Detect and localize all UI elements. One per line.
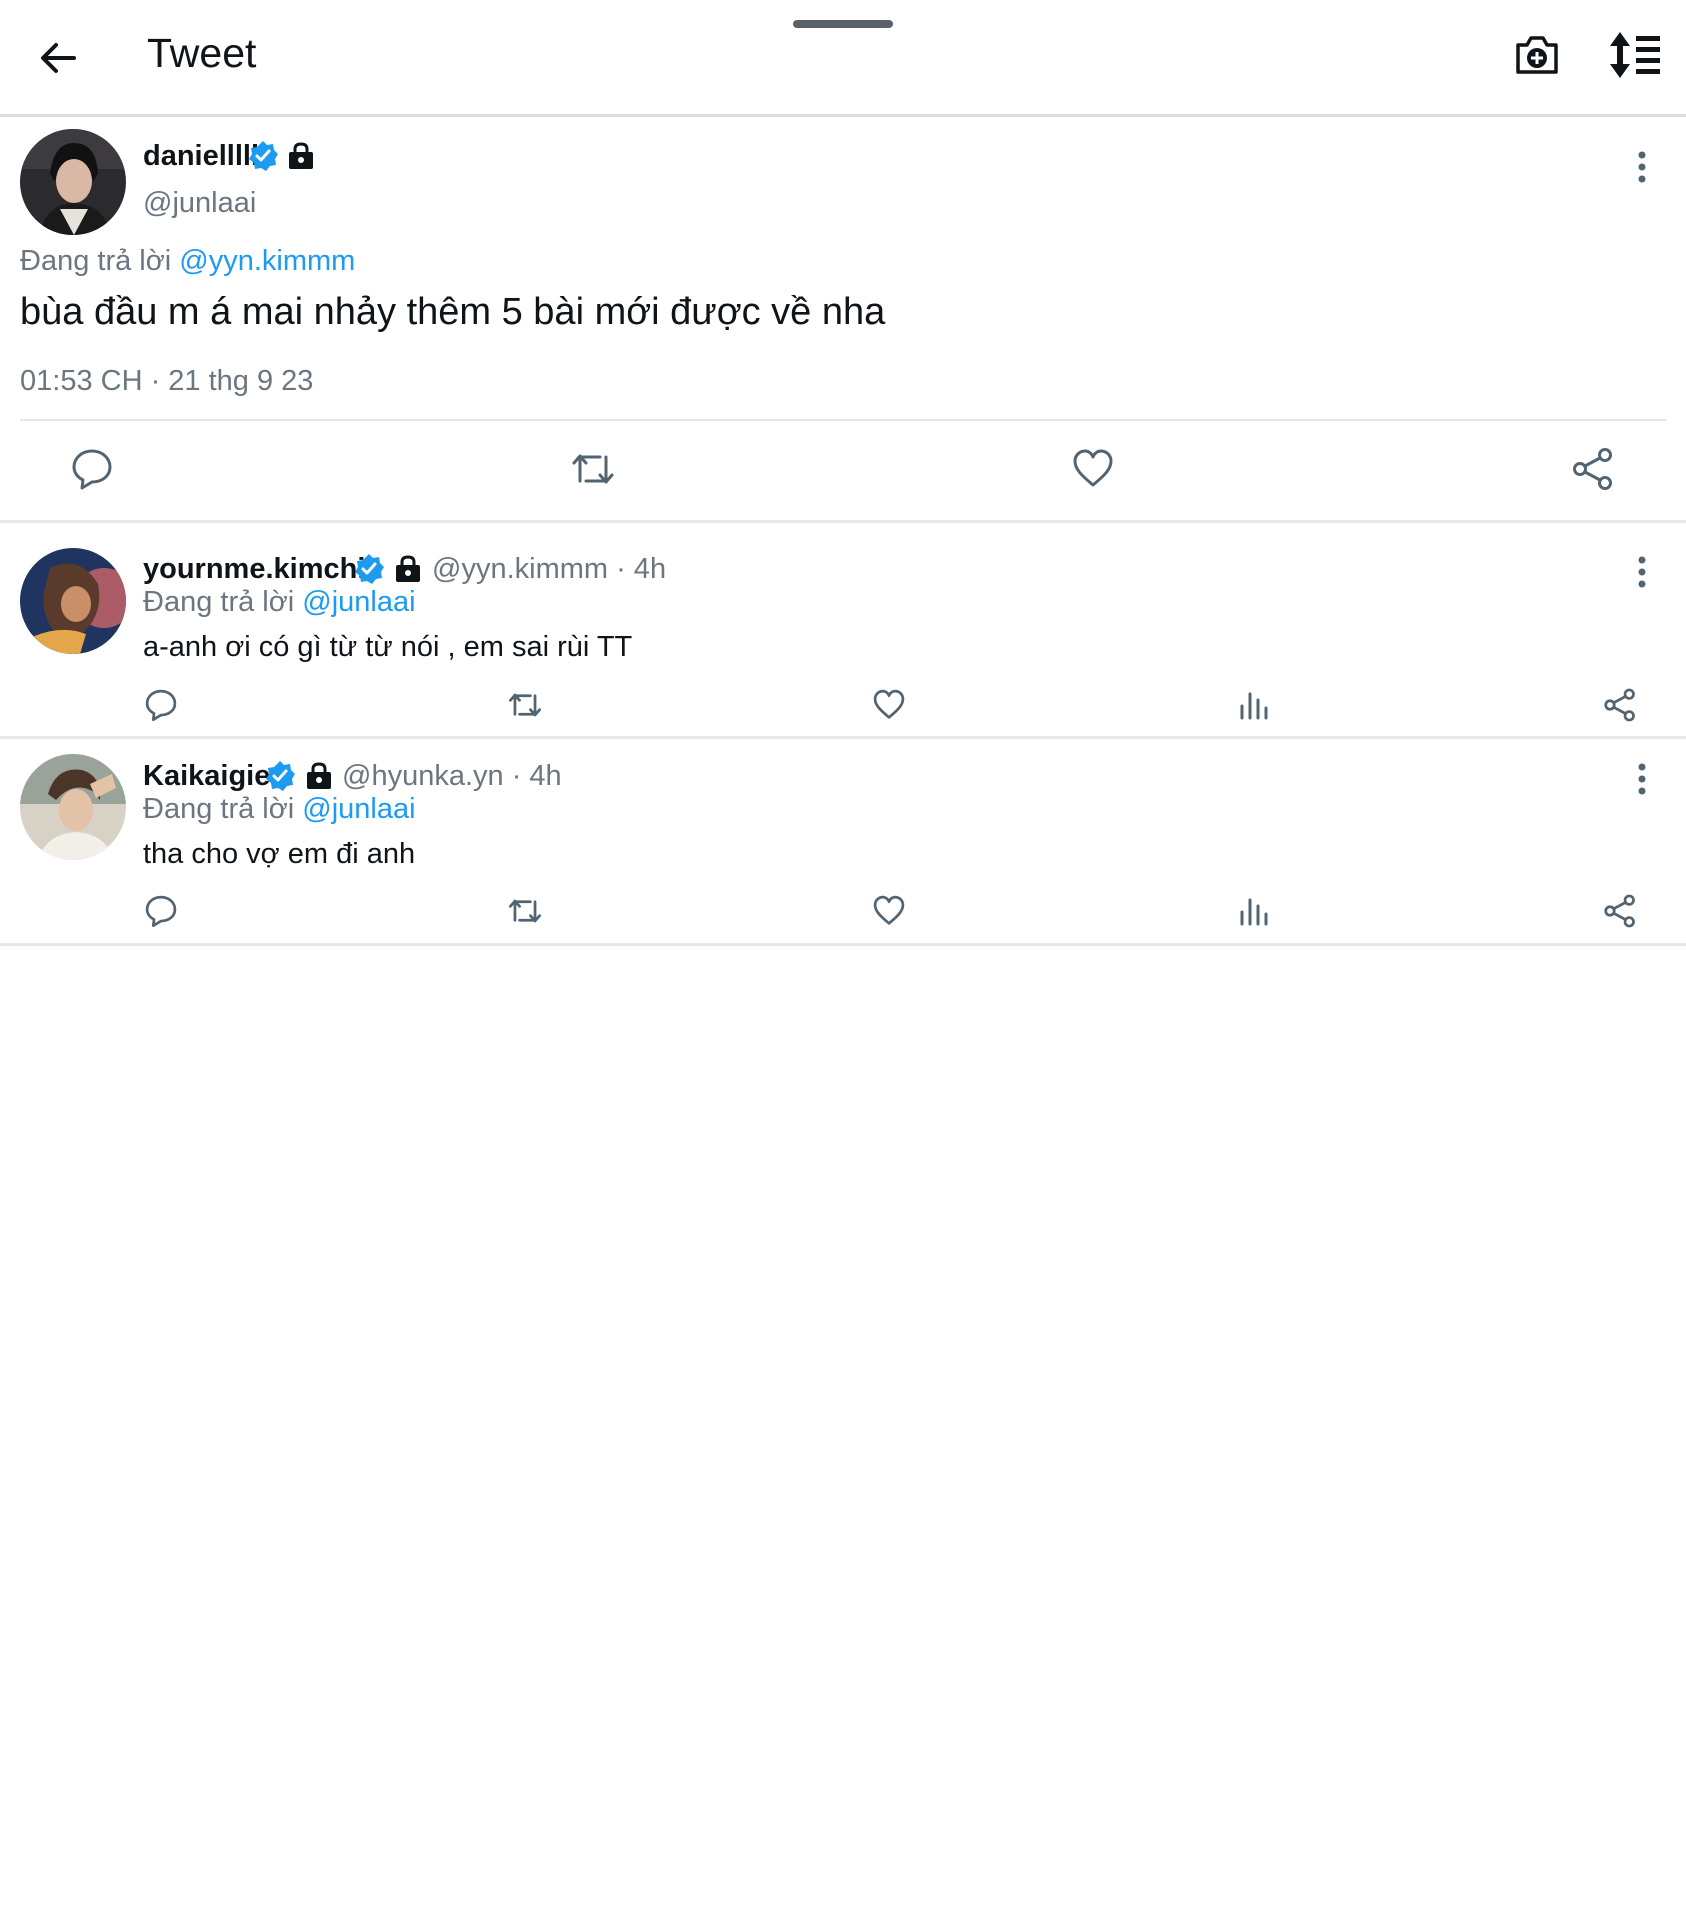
divider	[20, 419, 1666, 421]
page-title: Tweet	[147, 30, 257, 76]
username-and-time: @yyn.kimmm · 4h	[432, 553, 667, 585]
replying-to-line: Đang trả lời @junlaai	[143, 586, 416, 619]
replying-to-mention[interactable]: @yyn.kimmm	[179, 245, 355, 277]
replying-prefix: Đang trả lời	[20, 245, 172, 277]
display-name[interactable]: danielllll	[143, 140, 259, 173]
share-icon[interactable]	[1603, 894, 1637, 928]
lock-icon	[307, 762, 331, 789]
reply-text: a-anh ơi có gì từ từ nói , em sai rùi TT	[143, 631, 633, 663]
replying-prefix: Đang trả lời	[143, 793, 295, 825]
share-icon[interactable]	[1603, 688, 1637, 722]
reply-tweet[interactable]: Kaikaigie @hyunka.yn · 4h Đang trả lời @…	[0, 739, 1686, 946]
arrow-left-icon[interactable]	[34, 34, 82, 82]
camera-plus-icon[interactable]	[1512, 30, 1562, 80]
avatar[interactable]	[20, 548, 126, 654]
verified-badge-icon	[266, 761, 295, 791]
username[interactable]: @junlaai	[143, 187, 256, 220]
replying-to-mention[interactable]: @junlaai	[302, 793, 415, 825]
lock-icon	[289, 142, 313, 169]
reply-icon[interactable]	[144, 894, 178, 928]
reply-tweet[interactable]: yournme.kimchi @yyn.kimmm · 4h Đang trả …	[0, 520, 1686, 739]
like-heart-icon[interactable]	[872, 688, 906, 722]
tweet-timestamp: 01:53 CH · 21 thg 9 23	[20, 365, 314, 397]
like-heart-icon[interactable]	[872, 894, 906, 928]
more-options-icon[interactable]	[1634, 761, 1650, 797]
retweet-icon[interactable]	[507, 894, 543, 928]
display-name[interactable]: Kaikaigie	[143, 760, 270, 793]
verified-badge-icon	[249, 141, 278, 171]
reply-icon[interactable]	[70, 447, 114, 491]
username-and-time: @hyunka.yn · 4h	[342, 760, 562, 792]
retweet-icon[interactable]	[507, 688, 543, 722]
reply-text: tha cho vợ em đi anh	[143, 838, 416, 870]
replying-to-line: Đang trả lời @yyn.kimmm	[20, 245, 355, 278]
replying-prefix: Đang trả lời	[143, 586, 295, 618]
share-icon[interactable]	[1571, 447, 1615, 491]
like-heart-icon[interactable]	[1071, 447, 1115, 491]
lock-icon	[396, 555, 420, 582]
retweet-icon[interactable]	[570, 447, 616, 491]
replying-to-mention[interactable]: @junlaai	[302, 586, 415, 618]
main-tweet: danielllll @junlaai Đang trả lời @yyn.ki…	[0, 117, 1686, 523]
reply-icon[interactable]	[144, 688, 178, 722]
tweet-text: bùa đầu m á mai nhảy thêm 5 bài mới được…	[20, 291, 886, 333]
analytics-icon[interactable]	[1237, 688, 1271, 722]
top-bar: Tweet	[0, 0, 1686, 117]
analytics-icon[interactable]	[1237, 894, 1271, 928]
verified-badge-icon	[355, 554, 384, 584]
display-name[interactable]: yournme.kimchi	[143, 553, 365, 586]
more-options-icon[interactable]	[1634, 149, 1650, 185]
avatar[interactable]	[20, 754, 126, 860]
avatar[interactable]	[20, 129, 126, 235]
replying-to-line: Đang trả lời @junlaai	[143, 793, 416, 826]
more-options-icon[interactable]	[1634, 554, 1650, 590]
sort-list-icon[interactable]	[1608, 30, 1662, 80]
